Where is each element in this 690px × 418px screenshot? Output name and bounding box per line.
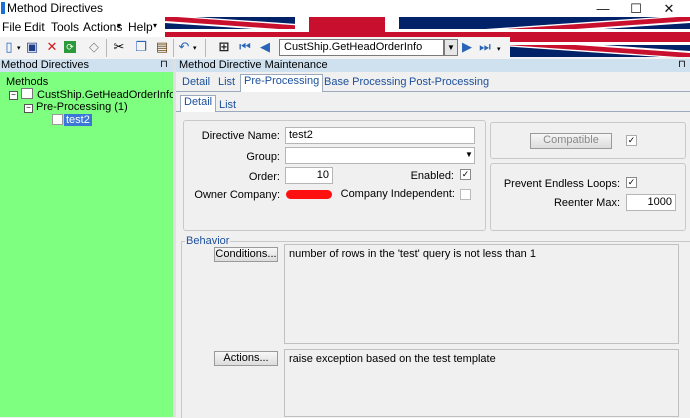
company-independent-checkbox[interactable]: [460, 189, 471, 200]
right-panel-title: Method Directive Maintenance: [179, 59, 328, 71]
conditions-text[interactable]: number of rows in the 'test' query is no…: [284, 244, 679, 344]
subtab-detail[interactable]: Detail: [180, 95, 217, 112]
tab-list[interactable]: List: [218, 76, 235, 88]
directive-name-label: Directive Name:: [201, 130, 280, 142]
chevron-down-icon[interactable]: ▾: [193, 44, 197, 52]
conditions-button[interactable]: Conditions...: [214, 247, 278, 262]
refresh-icon[interactable]: ⟳: [64, 41, 76, 53]
close-button[interactable]: ✕: [652, 0, 686, 17]
left-panel-header: Method Directives ⊓: [0, 59, 173, 72]
menu-tools[interactable]: Tools: [51, 20, 79, 34]
order-label: Order:: [248, 171, 280, 183]
behavior-title: Behavior: [185, 235, 231, 247]
last-icon[interactable]: ⏭: [477, 39, 493, 55]
menu-edit[interactable]: Edit: [24, 20, 45, 34]
paste-icon[interactable]: ▤: [154, 39, 170, 55]
new-icon[interactable]: ▯: [1, 39, 17, 55]
enabled-label: Enabled:: [410, 170, 454, 182]
next-icon[interactable]: ▶: [459, 39, 475, 55]
prevent-loops-label: Prevent Endless Loops:: [503, 178, 620, 190]
prevent-loops-checkbox[interactable]: ✓: [626, 177, 637, 188]
chevron-down-icon: ▾: [153, 21, 158, 30]
save-icon[interactable]: ▣: [24, 39, 40, 55]
subtab-list[interactable]: List: [219, 99, 236, 111]
menu-file[interactable]: File: [2, 20, 21, 34]
minimize-button[interactable]: —: [586, 0, 620, 17]
previous-icon[interactable]: ◀: [257, 39, 273, 55]
chevron-down-icon[interactable]: ▼: [444, 39, 458, 56]
owner-company-label: Owner Company:: [194, 189, 280, 201]
right-panel-header: Method Directive Maintenance ⊓: [176, 59, 690, 72]
cut-icon[interactable]: ✂: [111, 39, 127, 55]
chevron-down-icon[interactable]: ▾: [497, 45, 501, 53]
actions-text[interactable]: raise exception based on the test templa…: [284, 349, 679, 417]
directive-name-field[interactable]: test2: [285, 127, 475, 144]
group-label: Group:: [246, 151, 280, 163]
app-icon: [1, 2, 5, 14]
tab-base-processing[interactable]: Base Processing: [324, 76, 407, 88]
pin-icon[interactable]: ⊓: [160, 59, 168, 70]
tab-post-processing[interactable]: Post-Processing: [409, 76, 489, 88]
find-icon[interactable]: ⊞: [216, 39, 232, 55]
first-icon[interactable]: ⏮: [237, 39, 253, 55]
pin-icon[interactable]: ⊓: [678, 59, 686, 70]
collapse-icon[interactable]: −: [24, 104, 33, 113]
company-independent-label: Company Independent:: [340, 188, 455, 200]
tab-detail[interactable]: Detail: [182, 76, 210, 88]
menu-help[interactable]: Help: [128, 20, 153, 34]
compatible-checkbox[interactable]: ✓: [626, 135, 637, 146]
compatible-button[interactable]: Compatible: [530, 133, 612, 149]
actions-button[interactable]: Actions...: [214, 351, 278, 366]
tree-root-methods[interactable]: Methods: [6, 76, 48, 88]
title-bar: Method Directives — ☐ ✕: [0, 0, 690, 17]
enabled-checkbox[interactable]: ✓: [460, 169, 471, 180]
menu-bar: File Edit Tools Actions ▾ Help ▾: [0, 17, 165, 37]
delete-icon[interactable]: ✕: [44, 39, 60, 55]
maximize-button[interactable]: ☐: [619, 0, 653, 17]
method-icon: [21, 88, 33, 99]
group-select[interactable]: [285, 147, 475, 164]
order-field[interactable]: 10: [285, 167, 333, 184]
record-navigator-input[interactable]: CustShip.GetHeadOrderInfo: [279, 39, 444, 56]
window-title: Method Directives: [7, 1, 104, 15]
reenter-max-field[interactable]: 1000: [626, 194, 676, 211]
tab-pre-processing[interactable]: Pre-Processing: [240, 74, 324, 92]
redacted-owner-company: [286, 190, 332, 199]
tree-item-directive[interactable]: test2: [64, 114, 92, 126]
clear-icon[interactable]: ◇: [86, 39, 102, 55]
chevron-down-icon[interactable]: ▾: [17, 44, 21, 52]
undo-icon[interactable]: ↶: [176, 39, 192, 55]
copy-icon[interactable]: ❐: [133, 39, 149, 55]
collapse-icon[interactable]: −: [9, 91, 18, 100]
chevron-down-icon[interactable]: ▼: [465, 150, 473, 159]
directive-icon: [52, 114, 63, 125]
reenter-max-label: Reenter Max:: [553, 197, 620, 209]
left-panel-title: Method Directives: [1, 59, 90, 71]
tree-item-method[interactable]: CustShip.GetHeadOrderInfo: [37, 89, 175, 101]
chevron-down-icon: ▾: [117, 21, 122, 30]
tree-item-stage[interactable]: Pre-Processing (1): [36, 101, 128, 113]
